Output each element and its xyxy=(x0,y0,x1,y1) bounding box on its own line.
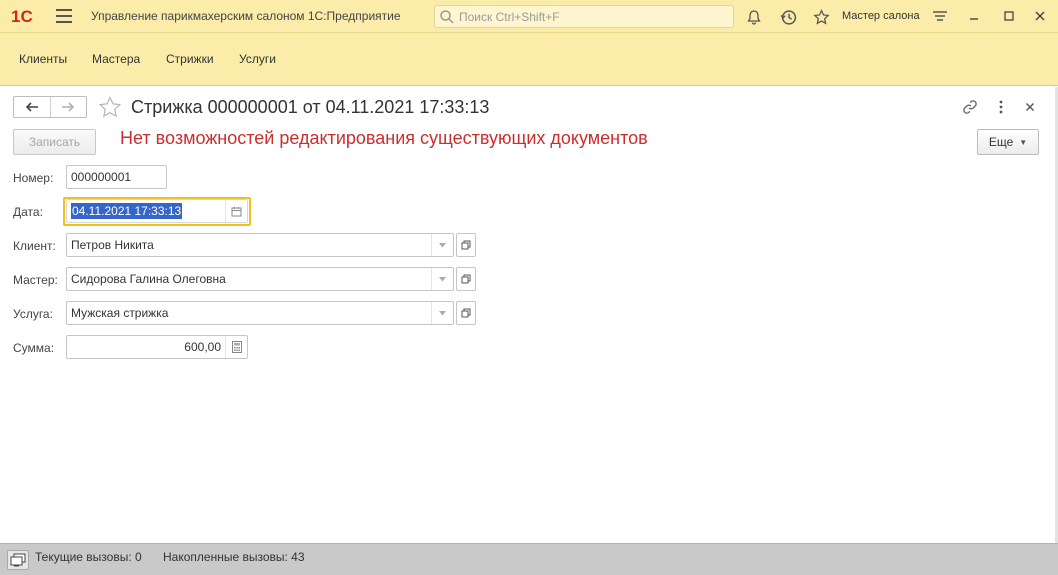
service-field[interactable]: Мужская стрижка xyxy=(66,301,454,325)
close-form-icon[interactable] xyxy=(1021,98,1039,116)
service-dropdown-icon[interactable] xyxy=(431,302,453,324)
more-vertical-icon[interactable] xyxy=(992,98,1010,116)
date-value: 04.11.2021 17:33:13 xyxy=(71,203,183,219)
main-menu-icon[interactable] xyxy=(56,9,72,23)
status-bar: Текущие вызовы: 0 Накопленные вызовы: 43 xyxy=(0,543,1058,575)
title-bar: 1С Управление парикмахерским салоном 1С:… xyxy=(0,0,1058,33)
write-button[interactable]: Записать xyxy=(13,129,96,155)
sections-panel: Клиенты Мастера Стрижки Услуги xyxy=(0,33,1058,86)
history-icon[interactable] xyxy=(778,7,798,27)
user-name[interactable]: Мастер салона xyxy=(842,10,920,22)
close-window-icon[interactable] xyxy=(1029,6,1051,26)
calendar-icon[interactable] xyxy=(225,200,247,222)
section-haircuts[interactable]: Стрижки xyxy=(166,52,214,66)
arrow-left-icon xyxy=(25,102,38,112)
section-clients[interactable]: Клиенты xyxy=(19,52,67,66)
favorites-star-icon[interactable] xyxy=(811,7,831,27)
app-title: Управление парикмахерским салоном 1С:Пре… xyxy=(91,9,401,23)
search-input[interactable] xyxy=(459,9,719,24)
settings-menu-icon[interactable] xyxy=(929,6,951,26)
section-services[interactable]: Услуги xyxy=(239,52,276,66)
back-button[interactable] xyxy=(14,97,50,117)
more-button[interactable]: Еще ▼ xyxy=(977,129,1039,155)
sum-field[interactable]: 600,00 xyxy=(66,335,248,359)
master-dropdown-icon[interactable] xyxy=(431,268,453,290)
performance-monitor-icon[interactable] xyxy=(7,550,29,570)
date-label: Дата: xyxy=(13,205,43,219)
client-open-icon[interactable] xyxy=(456,233,476,257)
read-only-warning: Нет возможностей редактирования существу… xyxy=(120,128,648,148)
bell-icon[interactable] xyxy=(744,7,764,27)
sum-value: 600,00 xyxy=(184,340,221,354)
arrow-right-icon xyxy=(62,102,75,112)
current-calls: Текущие вызовы: 0 xyxy=(35,550,142,564)
section-masters[interactable]: Мастера xyxy=(92,52,140,66)
logo-text: 1С xyxy=(11,7,33,26)
search-box[interactable] xyxy=(434,5,734,28)
form-title: Стрижка 000000001 от 04.11.2021 17:33:13 xyxy=(131,97,490,117)
accumulated-calls: Накопленные вызовы: 43 xyxy=(163,550,305,564)
sum-label: Сумма: xyxy=(13,341,55,355)
forward-button[interactable] xyxy=(49,97,86,117)
service-open-icon[interactable] xyxy=(456,301,476,325)
1c-logo: 1С xyxy=(11,6,45,26)
maximize-icon[interactable] xyxy=(998,6,1020,26)
master-open-icon[interactable] xyxy=(456,267,476,291)
more-button-label: Еще xyxy=(988,135,1014,149)
calculator-icon[interactable] xyxy=(225,336,247,358)
master-field[interactable]: Сидорова Галина Олеговна xyxy=(66,267,454,291)
service-value: Мужская стрижка xyxy=(71,306,169,320)
add-to-favorites-icon[interactable] xyxy=(98,96,122,118)
master-label: Мастер: xyxy=(13,273,58,287)
caret-down-icon: ▼ xyxy=(1019,137,1028,147)
link-icon[interactable] xyxy=(961,98,979,116)
number-field[interactable]: 000000001 xyxy=(66,165,167,189)
number-label: Номер: xyxy=(13,171,54,185)
client-value: Петров Никита xyxy=(71,238,154,252)
date-field[interactable]: 04.11.2021 17:33:13 xyxy=(66,199,248,223)
service-label: Услуга: xyxy=(13,307,53,321)
nav-buttons xyxy=(13,96,87,118)
minimize-icon[interactable] xyxy=(963,6,985,26)
client-label: Клиент: xyxy=(13,239,56,253)
search-icon xyxy=(440,9,454,24)
master-value: Сидорова Галина Олеговна xyxy=(71,272,226,286)
client-field[interactable]: Петров Никита xyxy=(66,233,454,257)
document-form: Стрижка 000000001 от 04.11.2021 17:33:13… xyxy=(0,87,1058,543)
number-value: 000000001 xyxy=(71,170,132,184)
client-dropdown-icon[interactable] xyxy=(431,234,453,256)
